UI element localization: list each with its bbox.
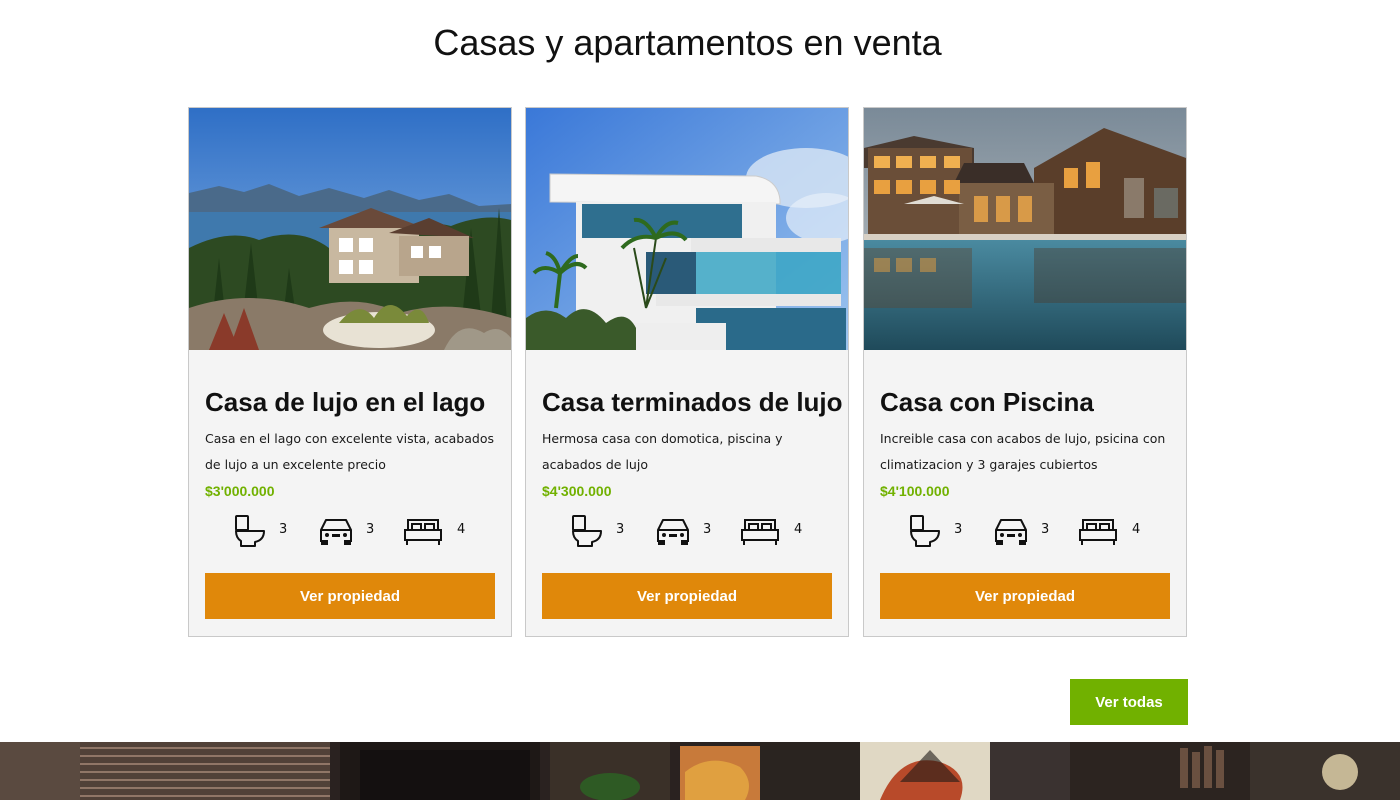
view-property-button[interactable]: Ver propiedad bbox=[542, 573, 832, 619]
bedrooms-count: 4 bbox=[1132, 522, 1141, 537]
bathrooms-count: 3 bbox=[616, 522, 625, 537]
interior-banner-image bbox=[0, 742, 1400, 800]
parking-count: 3 bbox=[703, 522, 712, 537]
toilet-icon bbox=[572, 515, 602, 547]
property-features: 3 3 4 bbox=[570, 514, 830, 548]
bathrooms-count: 3 bbox=[279, 522, 288, 537]
car-icon bbox=[657, 519, 689, 545]
toilet-icon bbox=[910, 515, 940, 547]
bed-icon bbox=[1079, 519, 1117, 545]
property-image-pool-house[interactable] bbox=[864, 108, 1186, 350]
property-image-modern-house[interactable] bbox=[526, 108, 848, 350]
view-property-button[interactable]: Ver propiedad bbox=[880, 573, 1170, 619]
parking-count: 3 bbox=[366, 522, 375, 537]
bed-icon bbox=[404, 519, 442, 545]
car-icon bbox=[995, 519, 1027, 545]
property-cards: Casa de lujo en el lago Casa en el lago … bbox=[188, 107, 1188, 637]
property-card: Casa terminados de lujo Hermosa casa con… bbox=[525, 107, 849, 637]
property-card: Casa de lujo en el lago Casa en el lago … bbox=[188, 107, 512, 637]
view-all-button[interactable]: Ver todas bbox=[1070, 679, 1188, 725]
bed-icon bbox=[741, 519, 779, 545]
toilet-icon bbox=[235, 515, 265, 547]
bedrooms-count: 4 bbox=[794, 522, 803, 537]
property-card: Casa con Piscina Increible casa con acab… bbox=[863, 107, 1187, 637]
view-property-button[interactable]: Ver propiedad bbox=[205, 573, 495, 619]
property-features: 3 3 4 bbox=[233, 514, 493, 548]
bedrooms-count: 4 bbox=[457, 522, 466, 537]
car-icon bbox=[320, 519, 352, 545]
property-features: 3 3 4 bbox=[908, 514, 1168, 548]
bathrooms-count: 3 bbox=[954, 522, 963, 537]
parking-count: 3 bbox=[1041, 522, 1050, 537]
section-title: Casas y apartamentos en venta bbox=[433, 22, 942, 63]
property-image-lake-house[interactable] bbox=[189, 108, 511, 350]
